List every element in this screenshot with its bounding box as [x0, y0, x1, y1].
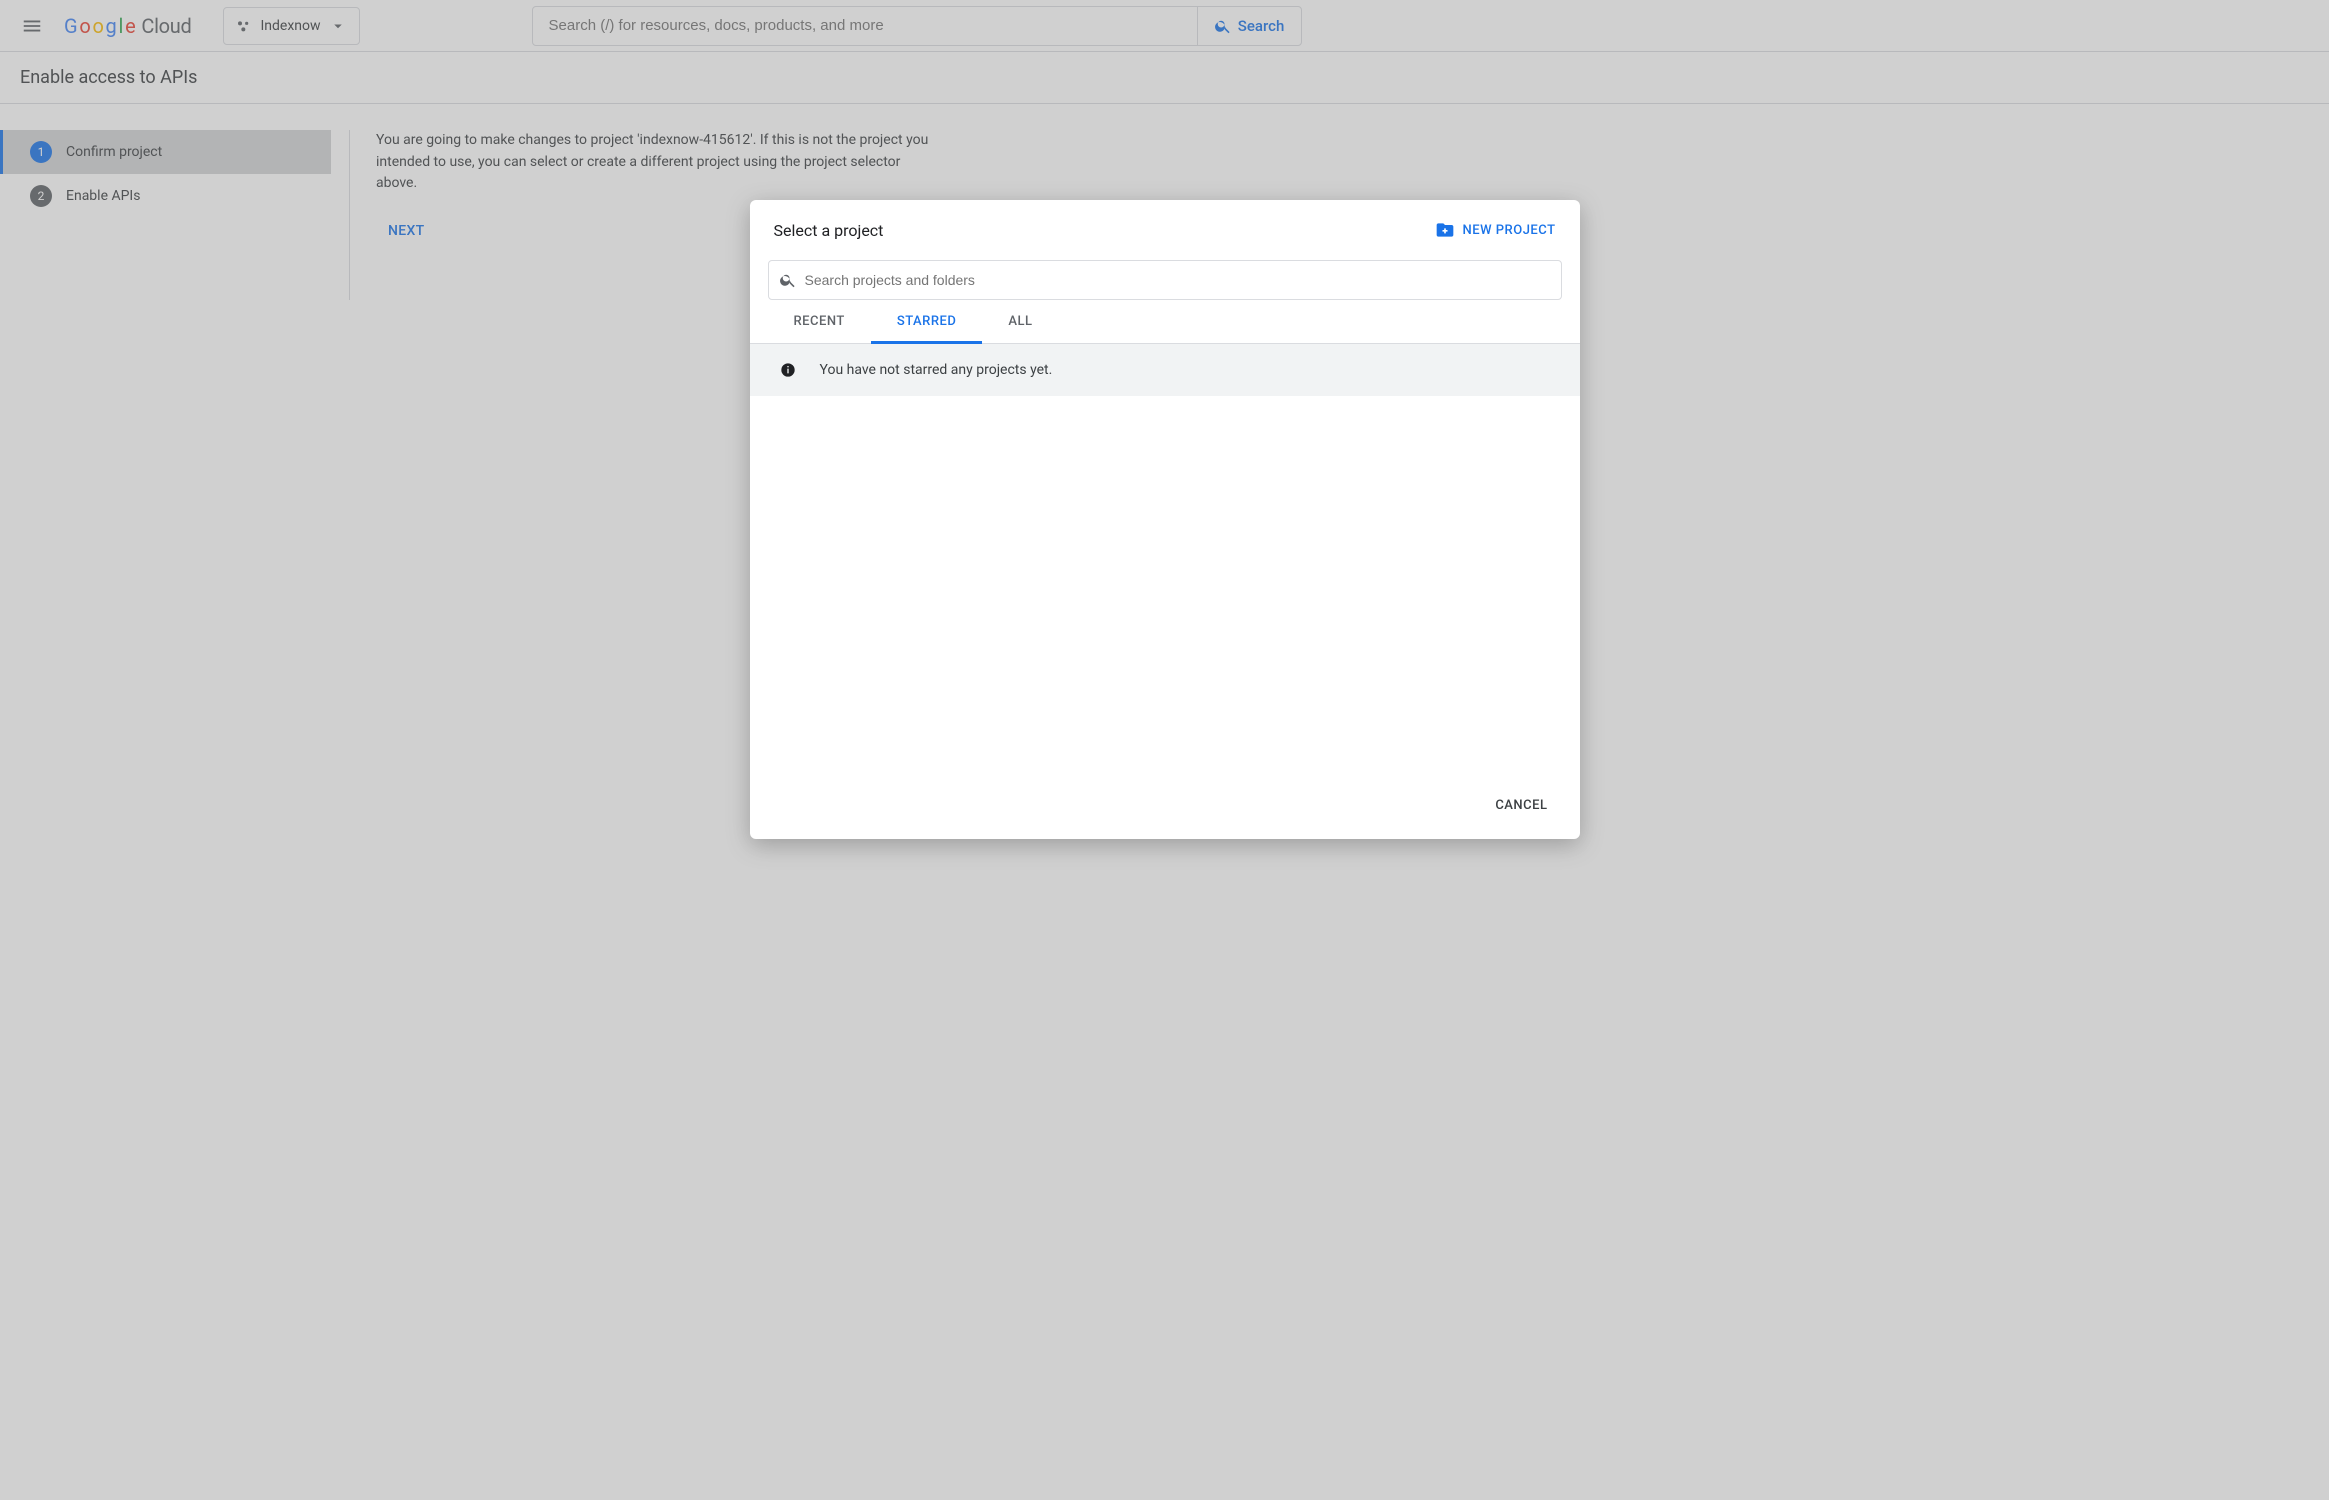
search-icon — [779, 271, 797, 289]
new-project-label: NEW PROJECT — [1463, 223, 1556, 238]
tab-starred[interactable]: STARRED — [871, 300, 983, 344]
dialog-footer: CANCEL — [750, 776, 1580, 839]
dialog-header: Select a project NEW PROJECT — [750, 200, 1580, 240]
dialog-title: Select a project — [774, 221, 1423, 240]
empty-state-row: You have not starred any projects yet. — [750, 344, 1580, 396]
tab-all[interactable]: ALL — [982, 300, 1058, 343]
empty-state-message: You have not starred any projects yet. — [820, 362, 1053, 378]
modal-backdrop[interactable]: Select a project NEW PROJECT RECENT STAR… — [0, 0, 2329, 1500]
project-tabs: RECENT STARRED ALL — [750, 300, 1580, 344]
new-project-button[interactable]: NEW PROJECT — [1435, 220, 1556, 240]
project-list-body — [750, 396, 1580, 776]
cancel-button[interactable]: CANCEL — [1485, 790, 1557, 821]
project-search — [768, 260, 1562, 300]
info-icon — [780, 362, 796, 378]
project-search-input[interactable] — [805, 272, 1551, 288]
project-selector-dialog: Select a project NEW PROJECT RECENT STAR… — [750, 200, 1580, 839]
tab-recent[interactable]: RECENT — [768, 300, 871, 343]
new-project-icon — [1435, 220, 1455, 240]
